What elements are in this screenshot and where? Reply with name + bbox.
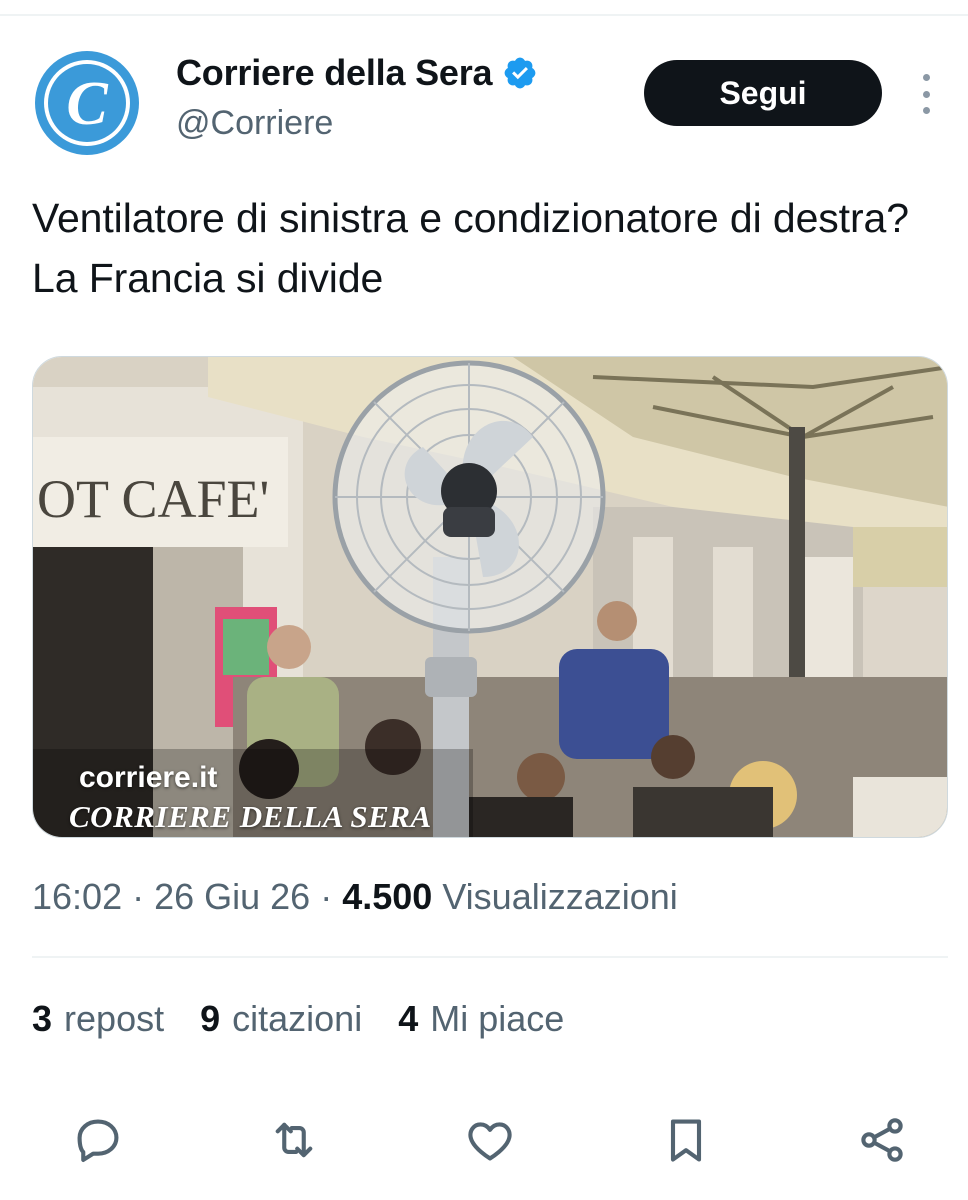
action-bar — [0, 1110, 968, 1176]
bookmark-icon — [670, 1119, 702, 1162]
meta-separator: · — [132, 876, 145, 917]
views-count[interactable]: 4.500 — [342, 876, 432, 918]
likes-label: Mi piace — [430, 998, 565, 1039]
quotes-label: citazioni — [232, 998, 363, 1039]
tweet-time[interactable]: 16:02 — [32, 876, 122, 918]
share-button[interactable] — [852, 1110, 912, 1170]
more-dot — [922, 90, 930, 98]
quotes-count: 9 — [200, 998, 221, 1039]
divider — [32, 956, 948, 958]
repost-button[interactable] — [264, 1110, 324, 1170]
quotes-stat[interactable]: 9 citazioni — [200, 998, 362, 1040]
bookmark-button[interactable] — [656, 1110, 716, 1170]
more-dot — [922, 107, 930, 114]
media-image[interactable]: OT CAFE' corriere.it CORRIERE DELLA SERA — [32, 356, 948, 838]
likes-stat[interactable]: 4 Mi piace — [398, 998, 564, 1040]
media-watermark: CORRIERE DELLA SERA — [69, 799, 432, 834]
avatar[interactable]: C — [32, 48, 142, 158]
likes-count: 4 — [398, 998, 419, 1039]
engagement-stats: 3 repost 9 citazioni 4 Mi piace — [32, 998, 600, 1040]
reposts-label: repost — [64, 998, 165, 1039]
display-name[interactable]: Corriere della Sera — [176, 52, 493, 94]
corriere-logo-icon: C — [35, 51, 139, 155]
like-icon — [468, 1122, 512, 1161]
follow-button[interactable]: Segui — [644, 60, 882, 126]
handle[interactable]: @Corriere — [176, 104, 333, 143]
tweet-date[interactable]: 26 Giu 26 — [154, 876, 310, 918]
like-button[interactable] — [460, 1110, 520, 1170]
reply-button[interactable] — [68, 1110, 128, 1170]
verified-badge-icon[interactable] — [502, 55, 538, 91]
tweet-text: Ventilatore di sinistra e condizionatore… — [32, 195, 909, 301]
media-source: corriere.it — [79, 761, 218, 794]
reposts-count: 3 — [32, 998, 53, 1039]
reply-icon — [77, 1119, 119, 1162]
top-divider — [0, 14, 968, 16]
repost-icon — [275, 1122, 313, 1158]
cafe-sign-text: OT CAFE' — [37, 469, 269, 529]
views-label[interactable]: Visualizzazioni — [442, 876, 677, 918]
avatar-letter: C — [66, 70, 108, 138]
reposts-stat[interactable]: 3 repost — [32, 998, 164, 1040]
name-row: Corriere della Sera — [176, 52, 538, 94]
tweet-meta: 16:02 · 26 Giu 26 · 4.500 Visualizzazion… — [32, 876, 678, 918]
meta-separator: · — [320, 876, 333, 917]
more-dot — [922, 74, 930, 81]
more-options-icon[interactable] — [914, 70, 938, 118]
share-icon — [861, 1118, 903, 1162]
